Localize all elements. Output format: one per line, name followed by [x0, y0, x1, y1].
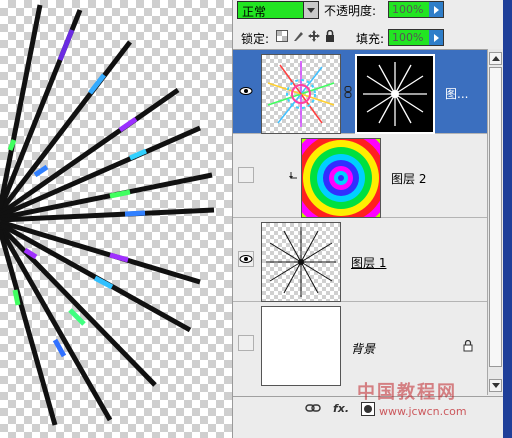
layer-thumbnail[interactable] — [261, 306, 341, 386]
layer-name[interactable]: 图层 1 — [351, 254, 386, 271]
layer-thumbnail[interactable] — [289, 126, 393, 230]
desktop-background — [502, 0, 512, 438]
layers-list: 图... 图层 2 图层 1 背景 — [233, 49, 487, 396]
blend-mode-value: 正常 — [242, 5, 267, 19]
eye-icon — [239, 255, 253, 263]
opacity-value: 100% — [392, 3, 424, 16]
line-burst-thumbnail — [266, 227, 336, 297]
lock-icon — [463, 340, 473, 352]
lock-transparent-pixels-icon[interactable] — [276, 30, 288, 42]
scroll-up-icon[interactable] — [489, 52, 502, 65]
visibility-toggle[interactable] — [238, 335, 254, 351]
layer-thumbnail[interactable] — [261, 54, 341, 134]
document-canvas[interactable] — [0, 0, 232, 438]
scroll-thumb[interactable] — [489, 67, 502, 367]
fill-value: 100% — [392, 31, 424, 44]
visibility-toggle[interactable] — [238, 167, 254, 183]
blend-opacity-row: 正常 不透明度: 100% — [233, 0, 503, 24]
watermark-text: 中国教程网 — [357, 382, 457, 403]
mask-icon[interactable] — [361, 402, 375, 416]
opacity-field[interactable]: 100% — [388, 1, 444, 18]
clipping-arrow-icon — [289, 172, 297, 179]
lock-image-pixels-icon[interactable] — [292, 30, 304, 42]
layers-scrollbar[interactable] — [487, 49, 503, 395]
lock-all-icon[interactable] — [324, 30, 336, 42]
layer-row-masked[interactable]: 图... — [233, 50, 487, 134]
burst-lines-artwork — [0, 4, 215, 426]
watermark-url: www.jcwcn.com — [379, 405, 467, 418]
opacity-slider-arrow-icon[interactable] — [429, 2, 443, 17]
fill-slider-arrow-icon[interactable] — [429, 30, 443, 45]
chevron-down-icon[interactable] — [303, 2, 318, 18]
blend-mode-select[interactable]: 正常 — [237, 1, 319, 19]
layer-name[interactable]: 图层 2 — [391, 170, 426, 187]
lock-label: 锁定: — [241, 32, 270, 46]
layer-row-layer2[interactable]: 图层 2 — [233, 126, 487, 230]
visibility-toggle[interactable] — [238, 251, 254, 267]
layers-panel: 正常 不透明度: 100% 锁定: 填充: 100% 图... 图层 2 图层 … — [232, 0, 503, 438]
layer-thumbnail[interactable] — [261, 222, 341, 302]
layer-name[interactable]: 背景 — [351, 340, 375, 357]
visibility-toggle[interactable] — [238, 83, 254, 99]
fill-label: 填充: — [356, 32, 385, 46]
fx-icon[interactable]: fx. — [333, 402, 349, 416]
link-icon[interactable] — [305, 402, 321, 416]
mask-link-icon[interactable] — [344, 86, 352, 98]
eye-icon — [239, 87, 253, 95]
opacity-label: 不透明度: — [324, 4, 377, 18]
lock-fill-row: 锁定: 填充: 100% — [233, 26, 503, 48]
layer-row-layer1[interactable]: 图层 1 — [233, 218, 487, 302]
layer-mask-thumbnail[interactable] — [355, 54, 435, 134]
lock-position-icon[interactable] — [308, 30, 320, 42]
layer-name[interactable]: 图... — [445, 85, 468, 102]
rainbow-burst-thumbnail — [267, 61, 335, 127]
rainbow-rings-thumbnail — [289, 126, 393, 230]
burst-mask-thumbnail — [363, 62, 427, 126]
scroll-down-icon[interactable] — [489, 379, 502, 392]
fill-field[interactable]: 100% — [388, 29, 444, 46]
